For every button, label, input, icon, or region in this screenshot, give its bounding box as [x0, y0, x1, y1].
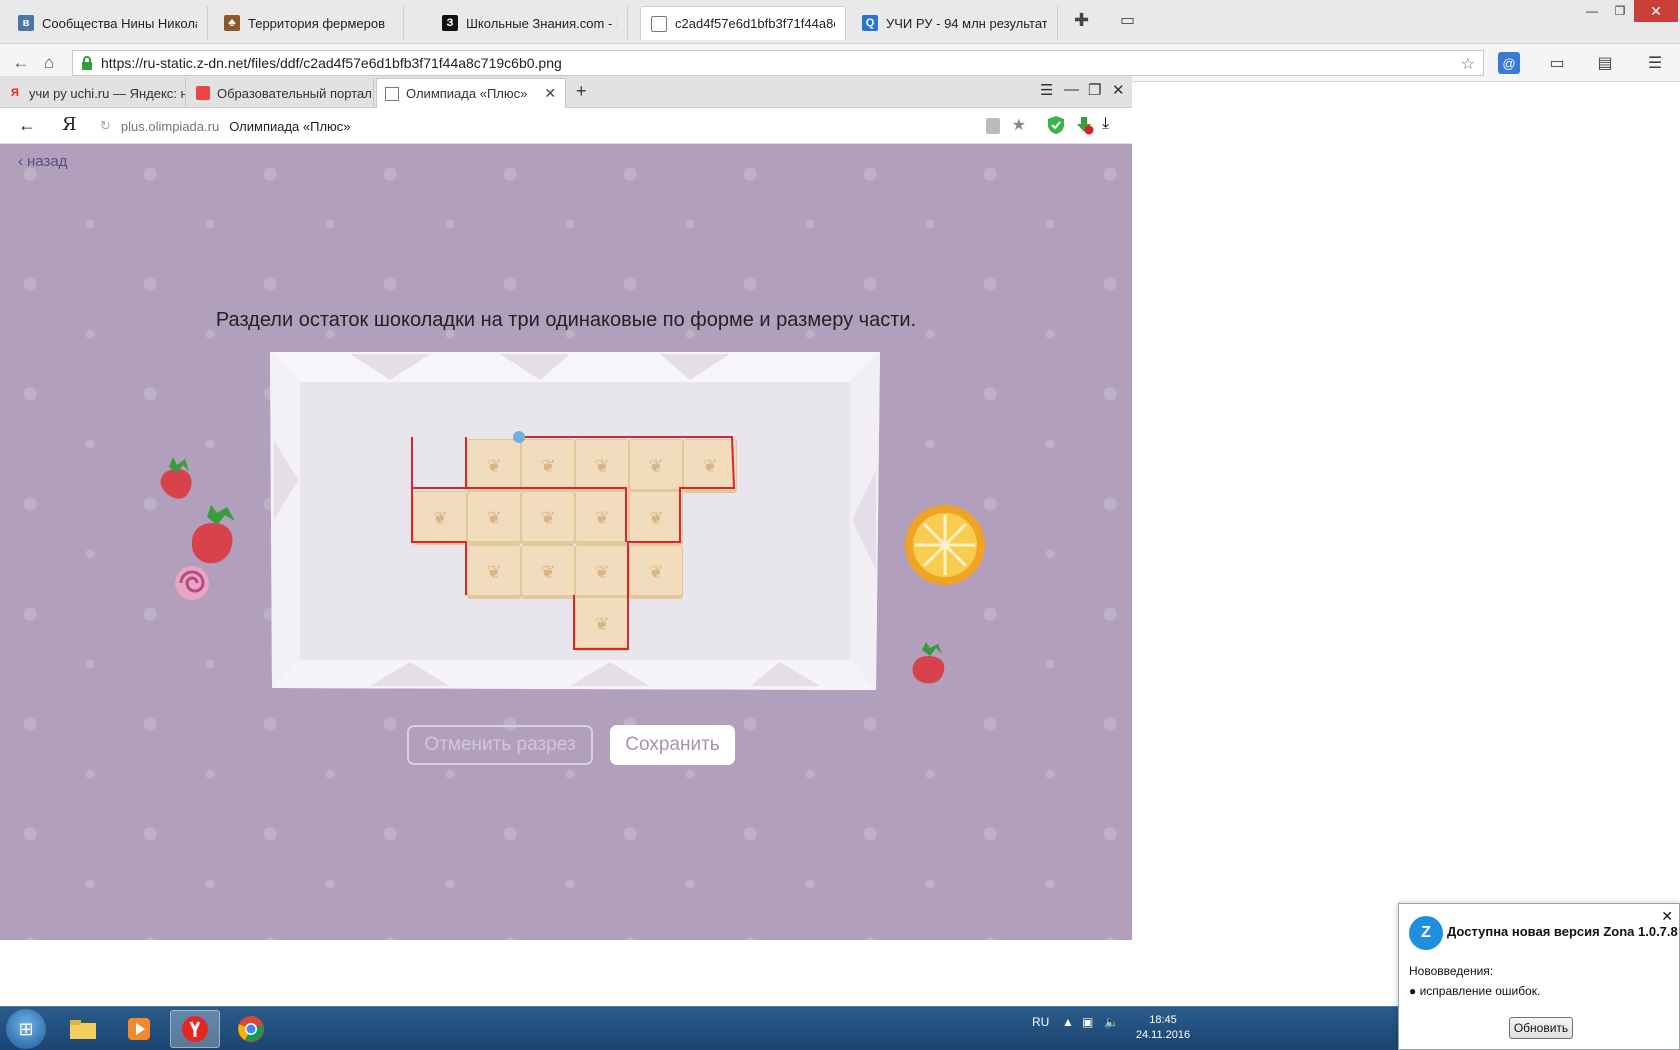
reader-icon[interactable]: ▤	[1594, 52, 1616, 74]
chocolate-piece[interactable]: ❦	[629, 439, 683, 493]
start-button[interactable]: ⊞	[6, 1009, 46, 1049]
mail-extension-icon[interactable]: @	[1498, 52, 1520, 74]
page-icon	[651, 15, 667, 32]
yandex-browser-icon[interactable]	[170, 1010, 220, 1048]
back-arrow-icon[interactable]: ←	[18, 115, 36, 136]
home-icon[interactable]: ⌂	[38, 52, 60, 74]
search-icon: Q	[862, 15, 878, 31]
menu-icon[interactable]: ☰	[1040, 81, 1053, 99]
menu-icon[interactable]: ☰	[1644, 52, 1666, 74]
chocolate-piece[interactable]: ❦	[521, 439, 575, 493]
olimpiada-page: ‹ назад Раздели остаток шоколадки на три…	[0, 144, 1132, 940]
lock-icon	[986, 118, 1000, 134]
zona-logo: Z	[1409, 916, 1443, 950]
outer-tab-bar: в Сообщества Нины Николаевой ♣ Территори…	[0, 0, 1680, 44]
tab-menu-icon[interactable]: ▭	[1120, 10, 1135, 30]
close-icon[interactable]: ✕	[1112, 81, 1125, 99]
inner-browser-window: Я учи ру uchi.ru — Яндекс: на Образовате…	[0, 76, 1132, 1006]
chat-icon[interactable]: ▭	[1546, 52, 1568, 74]
chocolate-piece[interactable]: ❦	[413, 491, 467, 545]
new-tab-plus-icon[interactable]: +	[576, 81, 587, 102]
reload-icon[interactable]: ↻	[100, 118, 111, 134]
zona-news-item: ● исправление ошибок.	[1409, 984, 1541, 998]
farm-icon: ♣	[224, 15, 240, 31]
chocolate-piece[interactable]: ❦	[521, 545, 575, 599]
bookmark-star-icon[interactable]: ☆	[1461, 54, 1475, 74]
back-arrow-icon[interactable]: ←	[10, 52, 32, 74]
portal-icon	[196, 86, 210, 100]
outer-tab-image[interactable]: c2ad4f57e6d1bfb3f71f44a8c719	[640, 6, 846, 40]
outer-tab-znanija[interactable]: З Школьные Знания.com - Реша	[432, 6, 628, 40]
download-icon[interactable]: ⤓	[1102, 115, 1122, 135]
clock[interactable]: 18:45 24.11.2016	[1130, 1013, 1196, 1043]
chocolate-piece[interactable]: ❦	[521, 491, 575, 545]
download-extension-icon[interactable]	[1074, 115, 1094, 135]
chocolate-piece[interactable]: ❦	[575, 597, 629, 651]
volume-icon[interactable]: 🔈	[1104, 1015, 1119, 1029]
inner-tab-bar: Я учи ру uchi.ru — Яндекс: на Образовате…	[0, 76, 1132, 108]
chevron-left-icon: ‹	[18, 153, 23, 170]
language-indicator[interactable]: RU	[1032, 1015, 1049, 1029]
page-icon	[385, 86, 399, 101]
close-icon[interactable]: ✕	[1634, 0, 1678, 22]
restore-icon[interactable]: ❐	[1606, 0, 1634, 22]
chocolate-piece[interactable]: ❦	[629, 545, 683, 599]
outer-tab-search[interactable]: Q УЧИ РУ - 94 млн результатов. Г	[852, 6, 1058, 40]
chocolate-piece[interactable]: ❦	[575, 439, 629, 493]
restore-icon[interactable]: ❐	[1088, 81, 1101, 99]
chocolate-wrapper: ❦ ❦ ❦ ❦ ❦ ❦ ❦ ❦ ❦ ❦ ❦ ❦ ❦ ❦ ❦	[270, 350, 880, 692]
chocolate-piece[interactable]: ❦	[467, 491, 521, 545]
outer-window-controls: — ❐ ✕	[1578, 0, 1678, 22]
chocolate-piece[interactable]: ❦	[575, 491, 629, 545]
outer-url-field[interactable]: https://ru-static.z-dn.net/files/ddf/c2a…	[72, 50, 1484, 76]
chocolate-piece[interactable]: ❦	[575, 545, 629, 599]
chocolate-piece[interactable]: ❦	[467, 545, 521, 599]
inner-tab-olimpiada[interactable]: Олимпиада «Плюс» ✕	[376, 78, 566, 108]
yandex-icon: Я	[11, 87, 19, 99]
outer-tab-farm[interactable]: ♣ Территория фермеров	[214, 6, 404, 40]
vk-icon: в	[18, 15, 34, 31]
chocolate-grid[interactable]: ❦ ❦ ❦ ❦ ❦ ❦ ❦ ❦ ❦ ❦ ❦ ❦ ❦ ❦ ❦	[270, 350, 880, 692]
task-instruction: Раздели остаток шоколадки на три одинако…	[215, 309, 917, 331]
close-tab-icon[interactable]: ✕	[544, 85, 556, 102]
outer-tab-vk[interactable]: в Сообщества Нины Николаевой	[8, 6, 208, 40]
chocolate-piece[interactable]: ❦	[629, 491, 683, 545]
save-button[interactable]: Сохранить	[610, 725, 735, 765]
zona-update-popup: Z Доступна новая версия Zona 1.0.7.8 ✕ Н…	[1398, 903, 1680, 1050]
yandex-logo[interactable]: Я	[62, 114, 77, 135]
update-button[interactable]: Обновить	[1509, 1017, 1573, 1039]
new-tab-plus-icon[interactable]: ✚	[1074, 10, 1089, 31]
chrome-icon[interactable]	[226, 1010, 276, 1048]
orange-and-strawberry-decoration	[905, 505, 985, 684]
chocolate-piece[interactable]: ❦	[467, 439, 521, 493]
close-icon[interactable]: ✕	[1661, 908, 1673, 925]
network-icon[interactable]: ▣	[1082, 1015, 1093, 1029]
lock-icon	[82, 56, 92, 70]
znanija-icon: З	[442, 15, 458, 31]
minimize-icon[interactable]: —	[1578, 0, 1606, 22]
strawberries-decoration	[160, 457, 235, 600]
inner-tab-portal[interactable]: Образовательный портал «	[188, 78, 374, 108]
back-link[interactable]: ‹ назад	[18, 153, 67, 170]
tray-expand-icon[interactable]: ▲	[1062, 1015, 1074, 1029]
minimize-icon[interactable]: —	[1064, 81, 1079, 98]
chocolate-piece[interactable]: ❦	[683, 439, 737, 493]
cancel-cut-button[interactable]: Отменить разрез	[407, 725, 593, 765]
inner-url-field[interactable]: ↻ plus.olimpiada.ru Олимпиада «Плюс» ★	[92, 112, 1038, 140]
shield-icon[interactable]	[1046, 115, 1066, 135]
media-player-icon[interactable]	[114, 1010, 164, 1048]
bookmark-star-icon[interactable]: ★	[1012, 115, 1026, 135]
explorer-icon[interactable]	[58, 1010, 108, 1048]
inner-address-bar: ← Я ↻ plus.olimpiada.ru Олимпиада «Плюс»…	[0, 108, 1132, 144]
inner-tab-yandex[interactable]: Я учи ру uchi.ru — Яндекс: на	[0, 78, 186, 108]
